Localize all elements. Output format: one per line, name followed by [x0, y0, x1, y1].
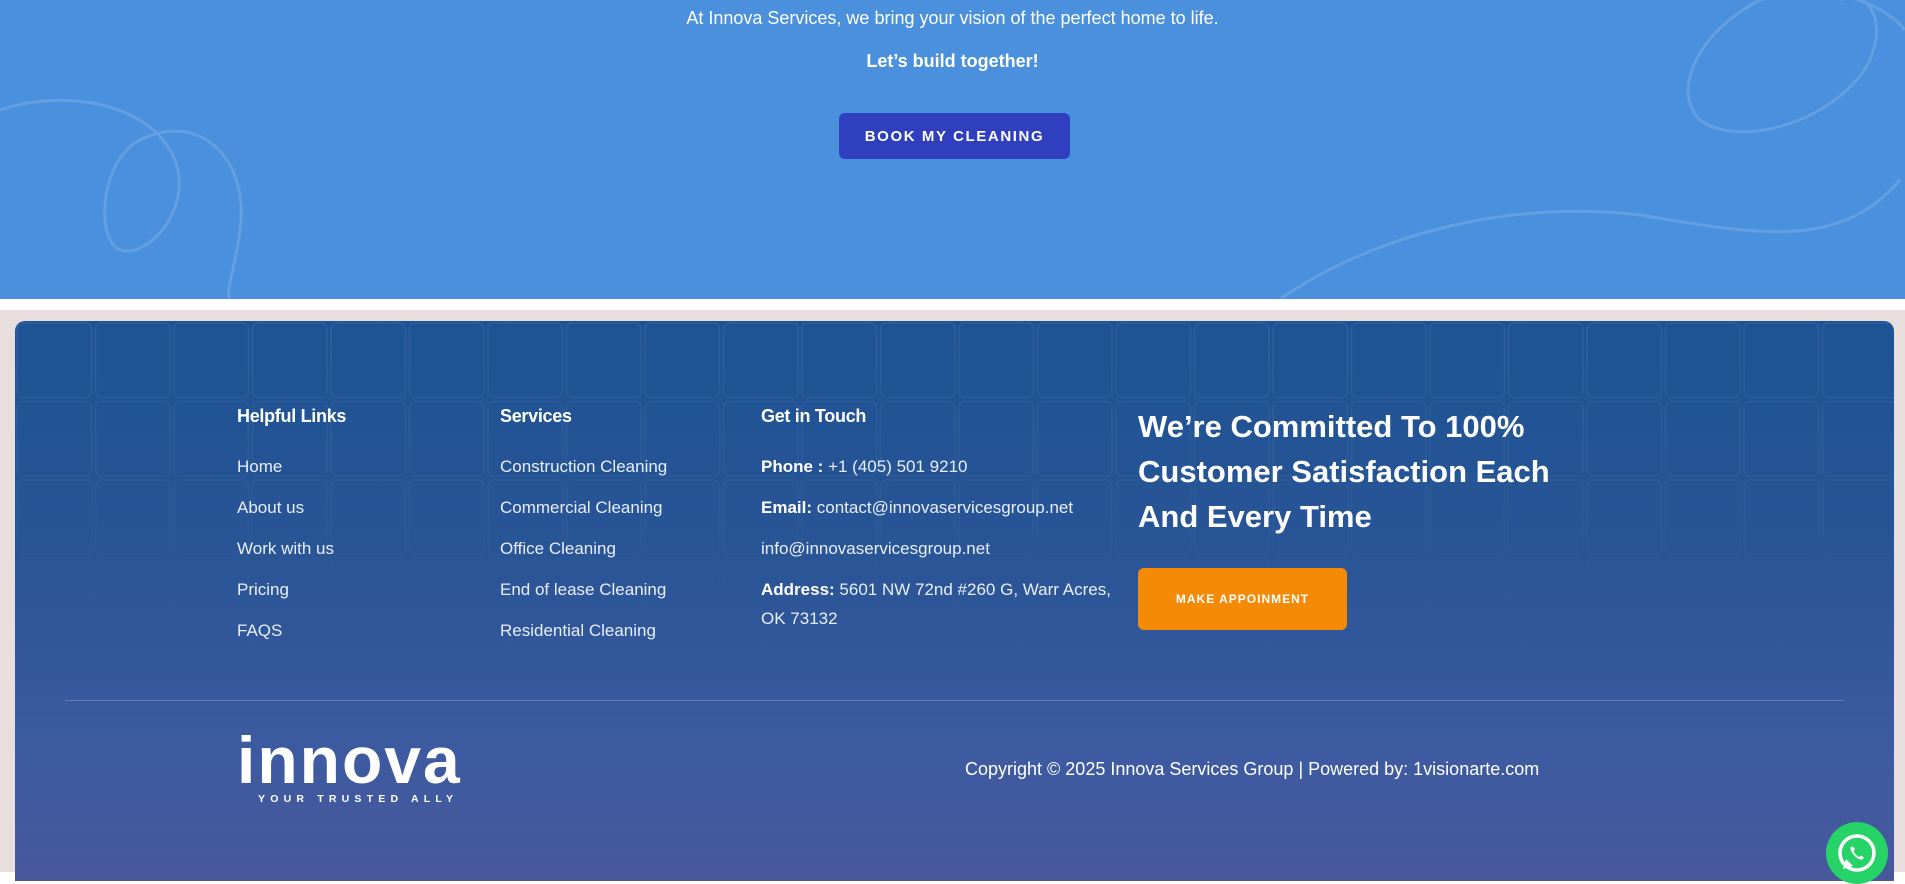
footer-link-faqs[interactable]: FAQS: [237, 621, 282, 641]
footer-link-home[interactable]: Home: [237, 457, 282, 477]
email-label: Email:: [761, 498, 813, 517]
address-line-2: OK 73132: [761, 609, 838, 628]
email-address[interactable]: contact@innovaservicesgroup.net: [817, 498, 1073, 517]
hero-subtitle: At Innova Services, we bring your vision…: [686, 8, 1219, 28]
services-title: Services: [500, 406, 572, 426]
logo-tagline: YOUR TRUSTED ALLY: [258, 793, 459, 805]
footer-wrapper: Helpful Links Home About us Work with us…: [0, 310, 1905, 881]
innova-logo[interactable]: innova YOUR TRUSTED ALLY: [237, 725, 497, 811]
site-footer: Helpful Links Home About us Work with us…: [15, 321, 1894, 881]
helpful-links-title: Helpful Links: [237, 406, 347, 426]
phone-number[interactable]: +1 (405) 501 9210: [828, 457, 967, 476]
commitment-headline: We’re Committed To 100% Customer Satisfa…: [1138, 409, 1550, 534]
make-appointment-button[interactable]: MAKE APPOINMENT: [1138, 568, 1347, 630]
contact-title: Get in Touch: [761, 406, 867, 426]
contact-email: Email: contact@innovaservicesgroup.net: [761, 498, 1073, 518]
service-link-residential[interactable]: Residential Cleaning: [500, 621, 656, 641]
service-link-office[interactable]: Office Cleaning: [500, 539, 616, 559]
footer-link-work-with-us[interactable]: Work with us: [237, 539, 334, 559]
copyright-text: Copyright © 2025 Innova Services Group |…: [965, 759, 1540, 779]
service-link-commercial[interactable]: Commercial Cleaning: [500, 498, 663, 518]
logo-wordmark: innova: [237, 723, 462, 797]
address-line-1: 5601 NW 72nd #260 G, Warr Acres,: [839, 580, 1111, 599]
whatsapp-icon: [1838, 834, 1876, 872]
contact-phone: Phone : +1 (405) 501 9210: [761, 457, 968, 477]
footer-link-pricing[interactable]: Pricing: [237, 580, 289, 600]
book-cleaning-button[interactable]: BOOK MY CLEANING: [839, 113, 1070, 159]
hero-tagline: Let’s build together!: [866, 51, 1039, 71]
service-link-construction[interactable]: Construction Cleaning: [500, 457, 667, 477]
service-link-end-of-lease[interactable]: End of lease Cleaning: [500, 580, 666, 600]
contact-email-secondary[interactable]: info@innovaservicesgroup.net: [761, 539, 990, 559]
contact-address: Address: 5601 NW 72nd #260 G, Warr Acres…: [761, 580, 1111, 600]
phone-label: Phone :: [761, 457, 824, 476]
whatsapp-button[interactable]: [1826, 822, 1888, 884]
footer-divider: [65, 700, 1844, 701]
cta-banner: At Innova Services, we bring your vision…: [0, 0, 1905, 299]
footer-link-about[interactable]: About us: [237, 498, 304, 518]
address-label: Address:: [761, 580, 835, 599]
